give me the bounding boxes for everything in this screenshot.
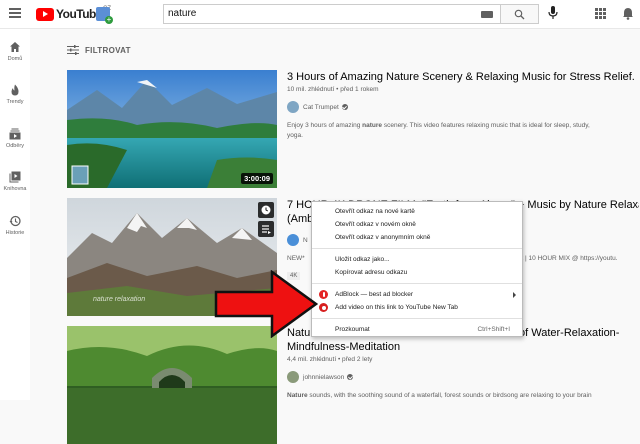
context-menu-item[interactable]: Prozkoumat Ctrl+Shift+I	[312, 323, 522, 336]
search-input[interactable]: nature	[163, 4, 501, 24]
verified-icon	[347, 374, 354, 380]
menu-icon[interactable]	[9, 8, 21, 18]
desc-highlight: Nature	[287, 392, 308, 399]
context-menu-item[interactable]: Otevřít odkaz na nové kartě	[312, 205, 522, 218]
sidebar-item-subscriptions[interactable]: Odběry	[0, 128, 30, 149]
desc-text: sounds, with the soothing sound of a wat…	[307, 392, 592, 399]
search-button[interactable]	[501, 4, 539, 24]
video-result: 3:00:09 3 Hours of Amazing Nature Scener…	[67, 70, 637, 190]
sidebar-item-label: Domů	[7, 56, 23, 62]
title-end: of Water-Relaxation-	[519, 327, 620, 339]
add-to-queue-button[interactable]	[258, 221, 274, 237]
adblock-icon	[319, 290, 328, 299]
video-thumbnail[interactable]: 3:00:09	[67, 70, 277, 188]
apps-icon[interactable]	[595, 8, 606, 19]
search-value: nature	[168, 8, 197, 19]
youtube-play-icon	[36, 7, 54, 21]
desc-text: k | 10 HOUR MIX @ https://youtu.	[520, 255, 618, 262]
menu-item-label: Uložit odkaz jako...	[335, 256, 390, 263]
sidebar-item-label: Historie	[5, 230, 25, 236]
youtube-newtab-icon	[319, 303, 328, 312]
queue-icon	[262, 225, 271, 234]
desc-text: NEW*	[287, 255, 305, 262]
mic-icon[interactable]	[548, 6, 558, 20]
sidebar-item-label: Odběry	[5, 143, 25, 149]
filter-button[interactable]: FILTROVAT	[67, 45, 131, 55]
desc-text: yoga.	[287, 132, 303, 139]
sidebar-item-label: Trendy	[6, 99, 24, 105]
verified-icon	[341, 104, 348, 110]
filter-icon	[67, 45, 79, 55]
menu-separator	[312, 248, 522, 249]
avatar[interactable]	[287, 101, 299, 113]
context-menu: Otevřít odkaz na nové kartě Otevřít odkaz…	[311, 201, 523, 337]
keyboard-icon[interactable]	[481, 11, 493, 18]
context-menu-item[interactable]: Uložit odkaz jako...	[312, 253, 522, 266]
avatar[interactable]	[287, 234, 299, 246]
sidebar-item-home[interactable]: Domů	[0, 41, 30, 62]
context-menu-item[interactable]: Otevřít odkaz v novém okně	[312, 218, 522, 231]
menu-item-label: Add video on this link to YouTube New Ta…	[335, 304, 458, 311]
watermark: nature relaxation	[93, 296, 146, 303]
watch-later-button[interactable]	[258, 202, 274, 218]
context-menu-item[interactable]: Kopírovat adresu odkazu	[312, 266, 522, 279]
hover-actions	[258, 202, 274, 240]
top-bar: YouTube CZ nature	[0, 0, 640, 29]
context-menu-item[interactable]: AdBlock — best ad blocker	[312, 288, 522, 301]
sidebar: Domů Trendy Odběry Knihovna Historie	[0, 29, 30, 400]
menu-item-label: Otevřít odkaz na nové kartě	[335, 208, 415, 215]
bell-icon[interactable]	[622, 7, 634, 20]
thumbnail-image	[67, 326, 277, 444]
menu-item-label: AdBlock — best ad blocker	[335, 291, 414, 298]
video-thumbnail[interactable]	[67, 326, 277, 444]
filter-label: FILTROVAT	[85, 45, 131, 55]
menu-item-label: Otevřít odkaz v anonymním okně	[335, 234, 431, 241]
menu-item-label: Kopírovat adresu odkazu	[335, 269, 408, 276]
video-title-line2[interactable]: Mindfulness-Meditation	[287, 340, 639, 354]
fire-icon	[11, 84, 19, 96]
avatar[interactable]	[287, 371, 299, 383]
submenu-arrow-icon	[513, 292, 516, 298]
menu-separator	[312, 283, 522, 284]
search-icon	[514, 9, 525, 20]
duration-badge: 3:00:09	[241, 173, 273, 184]
history-icon	[9, 215, 21, 227]
menu-item-label: Prozkoumat	[335, 326, 370, 333]
video-info: 3 Hours of Amazing Nature Scenery & Rela…	[287, 70, 639, 141]
sidebar-item-trending[interactable]: Trendy	[0, 84, 30, 105]
menu-separator	[312, 318, 522, 319]
home-icon	[10, 42, 20, 52]
channel-name[interactable]: N	[303, 237, 308, 244]
context-menu-item[interactable]: Otevřít odkaz v anonymním okně	[312, 231, 522, 244]
video-description: Enjoy 3 hours of amazing nature scenery.…	[287, 121, 639, 141]
extension-icon[interactable]	[96, 7, 113, 24]
video-info: Natur of Water-Relaxation- Mindfulness-M…	[287, 326, 639, 401]
channel-name[interactable]: Cat Trumpet	[303, 104, 339, 111]
subscriptions-icon	[9, 128, 21, 140]
desc-text: Enjoy 3 hours of amazing	[287, 122, 363, 129]
video-result: Natur of Water-Relaxation- Mindfulness-M…	[67, 326, 639, 444]
menu-item-label: Otevřít odkaz v novém okně	[335, 221, 416, 228]
sidebar-item-label: Knihovna	[3, 186, 27, 192]
library-icon	[9, 171, 21, 183]
desc-highlight: nature	[362, 122, 383, 129]
clock-icon	[261, 205, 271, 215]
sidebar-item-history[interactable]: Historie	[0, 215, 30, 236]
context-menu-item[interactable]: Add video on this link to YouTube New Ta…	[312, 301, 522, 314]
red-arrow-icon	[214, 270, 318, 338]
video-meta: 10 mil. zhlédnutí • před 1 rokem	[287, 86, 379, 93]
sidebar-item-library[interactable]: Knihovna	[0, 171, 30, 192]
thumbnail-image	[67, 70, 277, 188]
channel-row[interactable]: johnnielawson	[287, 371, 639, 383]
channel-row[interactable]: Cat Trumpet	[287, 101, 639, 113]
desc-text: scenery. This video features relaxing mu…	[382, 122, 590, 129]
menu-item-shortcut: Ctrl+Shift+I	[477, 326, 510, 333]
video-title[interactable]: 3 Hours of Amazing Nature Scenery & Rela…	[287, 70, 639, 84]
video-meta: 4,4 mil. zhlédnutí • před 2 lety	[287, 356, 373, 363]
channel-name[interactable]: johnnielawson	[303, 374, 344, 381]
